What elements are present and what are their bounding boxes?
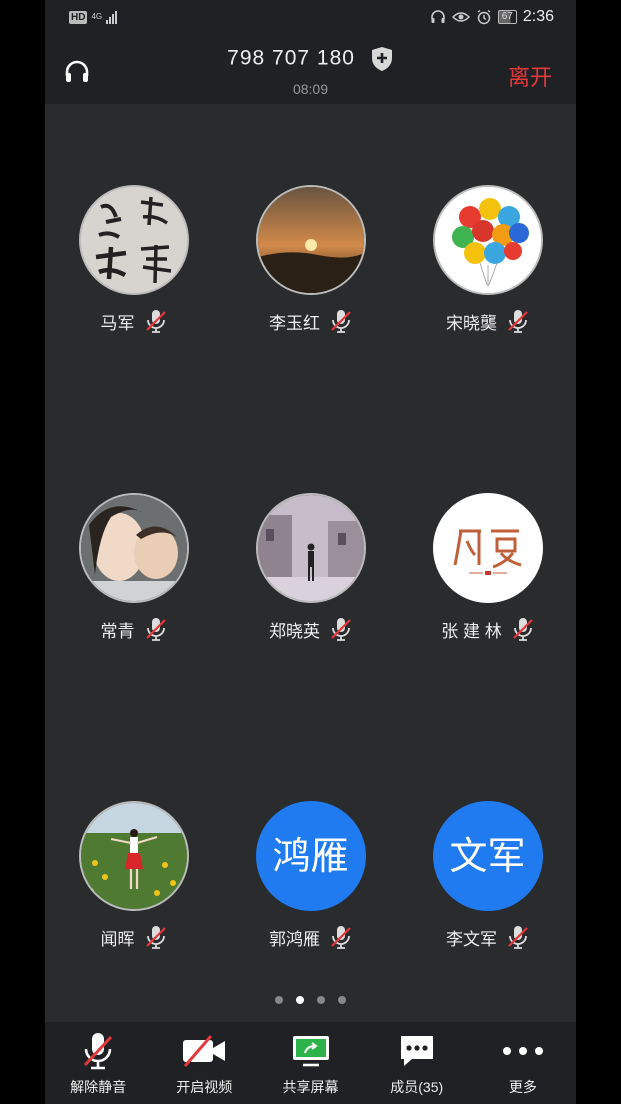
avatar-calligraphy <box>78 185 189 295</box>
avatar-street <box>255 493 366 603</box>
start-video-button[interactable]: 开启视频 <box>151 1022 257 1104</box>
chat-icon <box>400 1036 433 1066</box>
meeting-toolbar: 解除静音 开启视频 共享屏幕 成员(35) 更多 <box>45 1022 576 1104</box>
signal-icon <box>106 10 118 24</box>
leave-button[interactable]: 离开 <box>508 60 552 92</box>
alarm-icon <box>477 9 491 25</box>
participant-name-row: 郑晓英 <box>222 615 399 643</box>
participant-name-row: 李文军 <box>399 923 576 951</box>
participant-name: 李玉红 <box>269 313 320 333</box>
avatar-initials: 文军 <box>432 801 543 911</box>
meeting-screen: HD 4G 67 2:36 798 707 180 08:09 离开 马军 李玉… <box>45 0 576 1104</box>
share-screen-button[interactable]: 共享屏幕 <box>257 1022 363 1104</box>
participant-name-row: 张 建 林 <box>399 615 576 643</box>
mic-muted-icon <box>331 618 351 641</box>
more-label: 更多 <box>508 1079 537 1095</box>
page-indicator[interactable] <box>45 996 576 1004</box>
mic-muted-icon <box>508 926 528 949</box>
participant-tile[interactable]: 闻晖 <box>45 801 222 951</box>
start-video-label: 开启视频 <box>176 1079 233 1095</box>
participant-name-row: 马军 <box>45 307 222 335</box>
mic-muted-icon <box>145 926 166 949</box>
eye-icon <box>451 12 470 22</box>
mic-muted-icon <box>331 310 351 333</box>
participant-name-row: 宋晓龑 <box>399 307 576 335</box>
participant-grid: 马军 李玉红 宋晓龑 常青 郑晓英 张 建 林 闻晖 鸿雁 郭鸿雁 文军 李文军 <box>45 104 576 1020</box>
page-dot[interactable] <box>338 996 346 1004</box>
participant-name: 张 建 林 <box>441 621 502 641</box>
status-left: HD 4G <box>69 10 118 24</box>
participant-name: 郭鸿雁 <box>269 929 320 949</box>
video-off-icon <box>183 1035 226 1067</box>
members-button[interactable]: 成员(35) <box>364 1022 470 1104</box>
unmute-label: 解除静音 <box>70 1079 127 1095</box>
more-button[interactable]: 更多 <box>470 1022 576 1104</box>
page-dot-active[interactable] <box>296 996 304 1004</box>
members-label: 成员(35) <box>390 1079 444 1095</box>
page-dot[interactable] <box>275 996 283 1004</box>
mic-muted-icon <box>145 310 166 333</box>
avatar-portrait <box>78 493 189 603</box>
avatar-initials: 鸿雁 <box>255 801 366 911</box>
participant-name-row: 李玉红 <box>222 307 399 335</box>
meeting-id-text: 798 707 180 <box>227 46 355 70</box>
share-screen-label: 共享屏幕 <box>282 1079 339 1095</box>
mic-muted-icon <box>83 1033 113 1070</box>
status-right: 67 2:36 <box>430 8 554 26</box>
mic-muted-icon <box>331 926 351 949</box>
participant-name: 闻晖 <box>100 929 135 949</box>
battery-icon: 67 <box>497 10 517 24</box>
clock: 2:36 <box>522 8 554 25</box>
mic-muted-icon <box>512 618 533 641</box>
unmute-button[interactable]: 解除静音 <box>45 1022 151 1104</box>
mic-muted-icon <box>145 618 166 641</box>
participant-name: 李文军 <box>446 929 497 949</box>
avatar-balloons <box>432 185 543 295</box>
participant-tile[interactable]: 郑晓英 <box>222 493 399 643</box>
participant-name: 马军 <box>100 313 135 333</box>
participant-name-row: 郭鸿雁 <box>222 923 399 951</box>
participant-name: 宋晓龑 <box>446 313 497 333</box>
participant-tile[interactable]: 常青 <box>45 493 222 643</box>
network-type: 4G <box>91 12 103 21</box>
participant-name: 常青 <box>100 621 135 641</box>
participant-tile[interactable]: 马军 <box>45 185 222 335</box>
participant-tile[interactable]: 鸿雁 郭鸿雁 <box>222 801 399 951</box>
meeting-id[interactable]: 798 707 180 <box>45 46 576 72</box>
participant-name-row: 常青 <box>45 615 222 643</box>
avatar-sunset <box>255 185 366 295</box>
participant-tile[interactable]: 张 建 林 <box>399 493 576 643</box>
headset-status-icon <box>430 10 445 23</box>
meeting-header: 798 707 180 08:09 离开 <box>45 40 576 104</box>
meeting-duration: 08:09 <box>292 81 329 97</box>
shield-icon[interactable] <box>370 46 394 72</box>
avatar-field <box>78 801 189 911</box>
participant-tile[interactable]: 李玉红 <box>222 185 399 335</box>
participant-name: 郑晓英 <box>269 621 320 641</box>
participant-tile[interactable]: 文军 李文军 <box>399 801 576 951</box>
status-bar: HD 4G 67 2:36 <box>45 0 576 40</box>
mic-muted-icon <box>508 310 528 333</box>
page-dot[interactable] <box>317 996 325 1004</box>
more-icon <box>502 1047 543 1055</box>
participant-name-row: 闻晖 <box>45 923 222 951</box>
avatar-logo <box>432 493 543 603</box>
hd-icon: HD <box>69 10 88 24</box>
participant-tile[interactable]: 宋晓龑 <box>399 185 576 335</box>
share-screen-icon <box>292 1036 329 1067</box>
